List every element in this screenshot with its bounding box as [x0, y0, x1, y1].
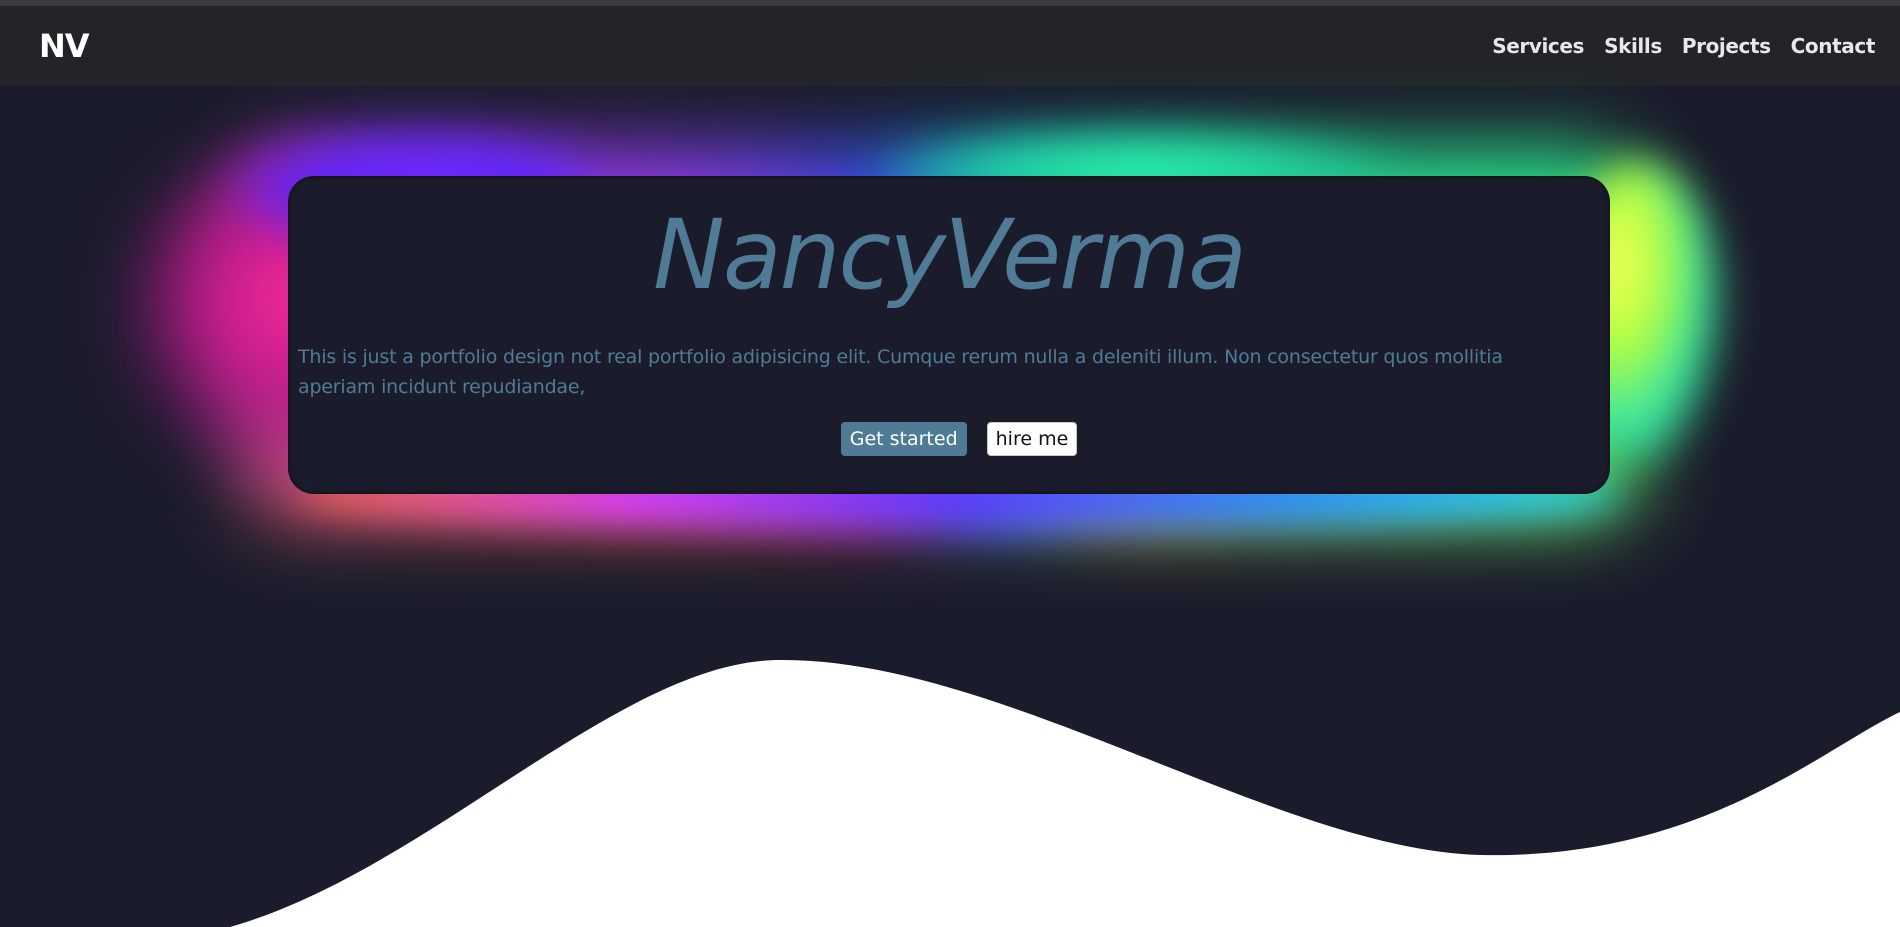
nav-link-skills[interactable]: Skills: [1604, 32, 1662, 60]
nav-link-projects[interactable]: Projects: [1682, 32, 1771, 60]
nav-link-services[interactable]: Services: [1492, 32, 1584, 60]
wave-shape: [230, 659, 1900, 927]
page: NV Services Skills Projects Contact Nanc…: [0, 0, 1900, 927]
get-started-button[interactable]: Get started: [840, 422, 967, 456]
hero-buttons: Get started hire me: [288, 422, 1610, 456]
hero-card: NancyVerma This is just a portfolio desi…: [288, 176, 1610, 494]
hero-description: This is just a portfolio design not real…: [298, 346, 1503, 398]
nav-link-contact[interactable]: Contact: [1791, 32, 1876, 60]
hire-me-button[interactable]: hire me: [986, 422, 1078, 456]
navbar: NV Services Skills Projects Contact: [0, 6, 1900, 86]
hero-title: NancyVerma: [653, 199, 1247, 311]
nav-links: Services Skills Projects Contact: [1472, 32, 1875, 60]
brand-logo[interactable]: NV: [39, 26, 90, 66]
